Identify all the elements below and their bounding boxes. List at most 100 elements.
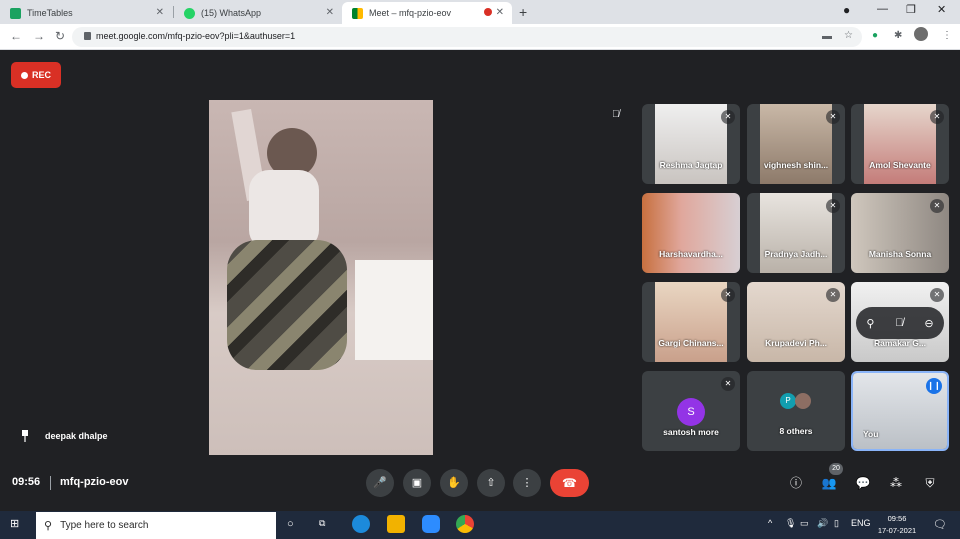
meeting-code: mfq-pzio-eov (60, 476, 129, 488)
participant-name: Ramakar G... (874, 338, 926, 348)
notifications-icon[interactable]: 🗨 (933, 518, 947, 531)
battery-icon[interactable]: ▯ (834, 518, 839, 529)
chat-icon[interactable]: 💬 (854, 474, 872, 492)
participant-name: Gargi Chinans... (658, 338, 724, 348)
cortana-icon[interactable]: ○ (287, 518, 294, 530)
tab-meet[interactable]: Meet – mfq-pzio-eov ✕ (342, 2, 512, 24)
clock-date: 17-07-2021 (877, 526, 917, 535)
participant-name: santosh more (663, 427, 719, 437)
task-view-icon[interactable]: ⧉ (319, 518, 325, 529)
network-icon[interactable]: ▭ (800, 518, 809, 529)
extension-icon[interactable]: ● (872, 30, 878, 41)
mic-tray-icon[interactable]: 🎙 (785, 518, 796, 529)
people-icon[interactable]: 👥 (820, 474, 838, 492)
muted-mic-icon: ✕ (930, 110, 944, 124)
muted-mic-icon: ✕ (930, 199, 944, 213)
participant-name: vighnesh shin... (763, 160, 829, 170)
forward-icon[interactable]: → (33, 29, 45, 43)
participant-name: Krupadevi Ph... (765, 338, 827, 348)
meet-favicon (352, 7, 363, 19)
windows-start-icon[interactable]: ⊞ (10, 517, 19, 530)
language-indicator[interactable]: ENG (851, 518, 871, 528)
participant-tile[interactable]: ✕ Reshma Jagtap (642, 104, 740, 184)
close-tab-icon[interactable]: ✕ (496, 7, 504, 18)
camera-indicator-icon[interactable]: ▬ (822, 31, 832, 42)
raise-hand-button[interactable]: ✋ (440, 469, 468, 497)
tray-overflow-icon[interactable]: ^ (768, 518, 772, 528)
taskbar-search[interactable]: ⚲ Type here to search (36, 512, 276, 539)
muted-mic-icon: ✕ (721, 377, 735, 391)
recording-dot-icon (484, 8, 492, 16)
window-in-video (355, 260, 433, 360)
microphone-button[interactable]: 🎤 (366, 469, 394, 497)
reload-icon[interactable]: ↻ (55, 29, 65, 43)
meeting-details-icon[interactable]: ⓘ (787, 474, 805, 492)
participant-tile[interactable]: ✕ Amol Shevante (851, 104, 949, 184)
recording-badge: REC (11, 62, 61, 88)
bookmark-star-icon[interactable]: ☆ (844, 30, 853, 41)
profile-menu-icon[interactable]: ● (843, 3, 850, 17)
present-screen-button[interactable]: ⇧ (477, 469, 505, 497)
avatar (795, 393, 811, 409)
timetables-favicon (10, 7, 21, 19)
participant-tile[interactable]: ✕ vighnesh shin... (747, 104, 845, 184)
tab-title: Meet – mfq-pzio-eov (369, 8, 452, 18)
self-tile[interactable]: ❙❙ You (851, 371, 949, 451)
muted-mic-icon: ✕ (930, 288, 944, 302)
profile-avatar[interactable] (914, 27, 928, 41)
volume-icon[interactable]: 🔊 (817, 518, 828, 529)
close-tab-icon[interactable]: ✕ (326, 7, 334, 18)
extensions-puzzle-icon[interactable]: ✱ (894, 30, 902, 41)
muted-mic-icon: ✕ (826, 288, 840, 302)
browser-toolbar: ← → ↻ meet.google.com/mfq-pzio-eov?pli=1… (0, 24, 960, 50)
main-video (209, 100, 433, 455)
taskbar-clock[interactable]: 09:56 17-07-2021 (872, 513, 922, 537)
camera-button[interactable]: ▣ (403, 469, 431, 497)
speaker-name: deepak dhalpe (45, 431, 108, 441)
chrome-menu-icon[interactable]: ⋮ (942, 30, 952, 41)
tab-whatsapp[interactable]: (15) WhatsApp ✕ (174, 2, 342, 24)
participant-video (864, 104, 936, 184)
edge-icon[interactable] (352, 515, 370, 533)
muted-mic-icon: ✕ (721, 288, 735, 302)
activities-icon[interactable]: ⁂ (887, 474, 905, 492)
close-window-icon[interactable]: ✕ (937, 3, 946, 16)
participant-tile[interactable]: Harshavardha... (642, 193, 740, 273)
back-icon[interactable]: ← (10, 29, 22, 43)
participant-tile[interactable]: ✕ Pradnya Jadh... (747, 193, 845, 273)
zoom-icon[interactable] (422, 515, 440, 533)
pin-icon (22, 430, 28, 442)
others-tile[interactable]: P 8 others (747, 371, 845, 451)
more-options-button[interactable]: ⋮ (513, 469, 541, 497)
host-controls-icon[interactable]: ⛨ (921, 474, 939, 492)
participant-tile[interactable]: ✕ Gargi Chinans... (642, 282, 740, 362)
pin-icon[interactable]: ⚲ (866, 317, 874, 330)
avatar: P (780, 393, 796, 409)
minimize-icon[interactable]: — (877, 3, 888, 15)
chrome-icon[interactable] (456, 515, 474, 533)
participant-tile[interactable]: ✕ Krupadevi Ph... (747, 282, 845, 362)
tab-timetables[interactable]: TimeTables ✕ (0, 2, 172, 24)
participant-tile[interactable]: ✕ S santosh more (642, 371, 740, 451)
speaking-indicator-icon: ❙❙ (926, 378, 942, 394)
participant-name: Manisha Sonna (868, 249, 932, 259)
close-tab-icon[interactable]: ✕ (156, 7, 164, 18)
mute-participant-icon[interactable]: 🎙̸ (895, 317, 903, 329)
search-placeholder: Type here to search (60, 520, 149, 531)
participant-video (655, 282, 727, 362)
end-call-button[interactable]: ☎ (550, 469, 589, 497)
muted-mic-icon: 🎙̸ (612, 109, 620, 120)
muted-mic-icon: ✕ (826, 110, 840, 124)
url-text: meet.google.com/mfq-pzio-eov?pli=1&authu… (96, 31, 296, 41)
remove-participant-icon[interactable]: ⊖ (924, 317, 933, 330)
address-bar[interactable]: meet.google.com/mfq-pzio-eov?pli=1&authu… (72, 27, 862, 47)
participant-name: Amol Shevante (869, 160, 931, 170)
new-tab-icon[interactable]: + (519, 4, 527, 20)
video-torso (249, 170, 319, 250)
tile-hover-controls: ⚲ 🎙̸ ⊖ (856, 307, 944, 339)
maximize-icon[interactable]: ❐ (906, 3, 916, 16)
participant-name: Reshma Jagtap (659, 160, 723, 170)
participant-tile[interactable]: ✕ Manisha Sonna (851, 193, 949, 273)
file-explorer-icon[interactable] (387, 515, 405, 533)
participant-name: You (863, 429, 879, 439)
